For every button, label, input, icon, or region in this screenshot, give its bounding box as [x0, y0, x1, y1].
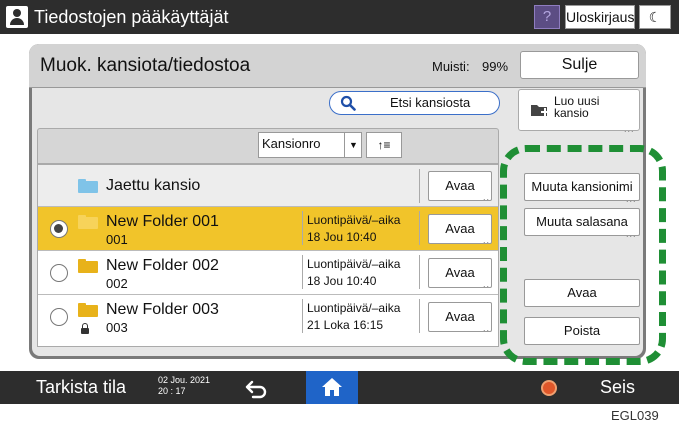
time-text: 20 : 17	[158, 386, 186, 396]
stop-button-label[interactable]: Seis	[600, 371, 635, 404]
row-divider	[419, 211, 420, 245]
sort-select-value: Kansionro	[262, 136, 321, 151]
stop-icon[interactable]	[541, 380, 557, 396]
folder-number: 003	[106, 320, 128, 335]
folder-row-003[interactable]: New Folder 003 003 Luontipäivä/–aika 21 …	[38, 295, 498, 339]
created-label: Luontipäivä/–aika	[307, 301, 401, 315]
back-arrow-icon[interactable]	[243, 376, 271, 400]
row-divider	[302, 299, 303, 333]
row-divider	[419, 299, 420, 333]
created-date: 18 Jou 10:40	[307, 274, 377, 288]
row-divider	[419, 169, 420, 203]
folder-icon	[78, 259, 98, 273]
shared-folder-row[interactable]: Jaettu kansio Avaa ..	[38, 165, 498, 207]
created-date: 21 Loka 16:15	[307, 318, 384, 332]
created-label: Luontipäivä/–aika	[307, 257, 401, 271]
night-mode-button[interactable]: ☾	[639, 5, 671, 29]
folder-icon	[78, 215, 98, 229]
more-dots: ..	[483, 323, 491, 333]
home-icon	[322, 378, 342, 396]
folder-name: New Folder 003	[106, 301, 219, 318]
highlight-frame	[500, 145, 666, 365]
radio-button[interactable]	[50, 264, 68, 282]
folder-name: New Folder 001	[106, 213, 219, 230]
search-icon	[340, 95, 356, 111]
folder-number: 002	[106, 276, 128, 291]
check-status-button[interactable]: Tarkista tila	[36, 371, 126, 404]
folder-row-001[interactable]: New Folder 001 001 Luontipäivä/–aika 18 …	[38, 207, 498, 251]
row-divider	[302, 211, 303, 245]
search-folder-label: Etsi kansiosta	[390, 95, 471, 110]
row-divider	[302, 255, 303, 289]
sort-order-button[interactable]: ↑≡	[366, 132, 402, 158]
more-dots: ..	[483, 279, 491, 289]
folder-row-002[interactable]: New Folder 002 002 Luontipäivä/–aika 18 …	[38, 251, 498, 295]
create-folder-label: Luo uusi kansio	[554, 94, 600, 120]
shared-folder-name: Jaettu kansio	[106, 177, 201, 194]
home-button[interactable]	[306, 371, 358, 404]
radio-button[interactable]	[50, 220, 68, 238]
new-folder-icon	[531, 105, 549, 116]
row-divider	[419, 255, 420, 289]
folder-icon	[78, 179, 98, 193]
created-label: Luontipäivä/–aika	[307, 213, 401, 227]
app-title: Tiedostojen pääkäyttäjät	[34, 7, 229, 27]
chevron-down-icon[interactable]: ▼	[344, 132, 362, 158]
datetime: 02 Jou. 2021 20 : 17	[158, 375, 210, 397]
folder-icon	[78, 303, 98, 317]
lock-icon	[81, 323, 89, 334]
memory-value: 99%	[482, 59, 509, 74]
user-icon	[6, 6, 28, 28]
dialog-title: Muok. kansiota/tiedostoa	[40, 55, 251, 76]
memory-label: Muisti:	[432, 59, 470, 74]
radio-button[interactable]	[50, 308, 68, 326]
created-date: 18 Jou 10:40	[307, 230, 377, 244]
folder-name: New Folder 002	[106, 257, 219, 274]
figure-code: EGL039	[611, 408, 659, 423]
folder-number: 001	[106, 232, 128, 247]
more-dots: ..	[483, 235, 491, 245]
more-dots: ...	[624, 124, 635, 134]
logout-button[interactable]: Uloskirjaus	[565, 5, 635, 29]
close-button[interactable]: Sulje	[520, 51, 639, 79]
more-dots: ..	[483, 192, 491, 202]
help-button[interactable]: ?	[534, 5, 560, 29]
date-text: 02 Jou. 2021	[158, 375, 211, 385]
